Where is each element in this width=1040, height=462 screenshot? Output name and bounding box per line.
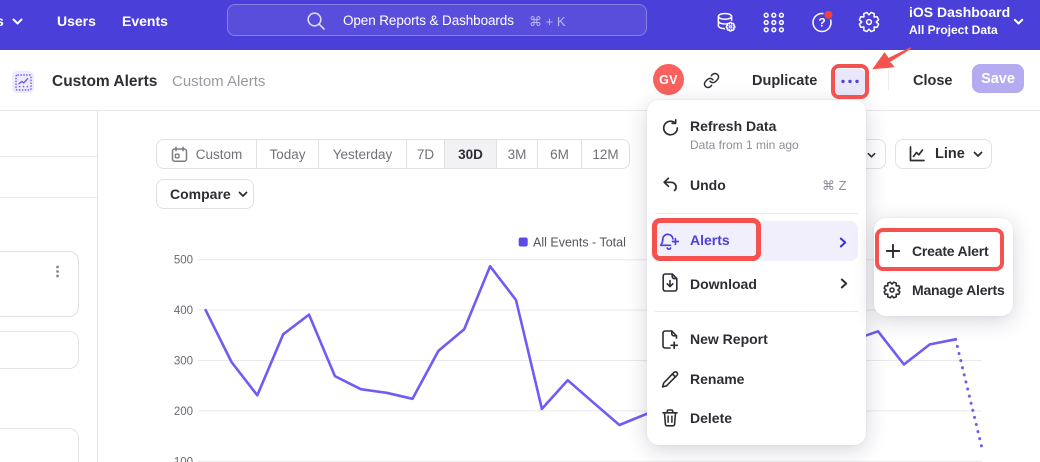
svg-text:300: 300 [174,356,193,368]
svg-text:100: 100 [174,456,193,462]
svg-text:500: 500 [174,255,193,267]
svg-text:200: 200 [174,406,193,418]
svg-text:400: 400 [174,305,193,317]
svg-text:All Events - Total: All Events - Total [533,235,626,249]
